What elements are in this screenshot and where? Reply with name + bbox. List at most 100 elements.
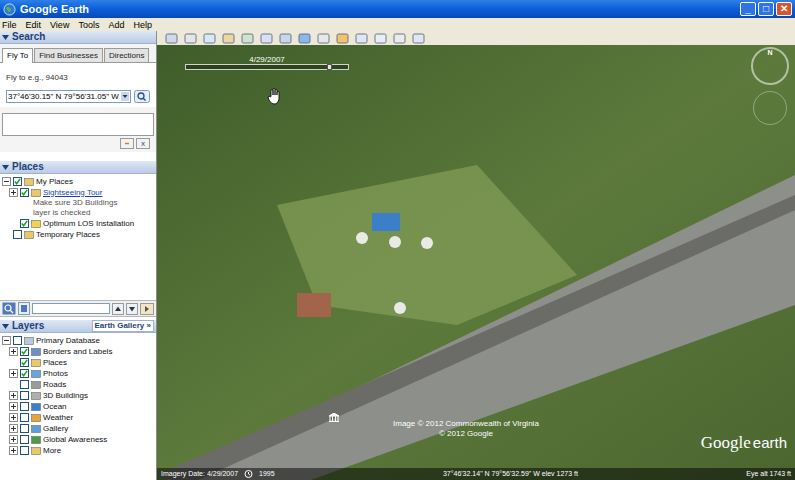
expand-icon[interactable] <box>9 413 18 422</box>
panel-header[interactable]: Search <box>0 31 156 44</box>
menu-item[interactable]: Edit <box>26 19 42 31</box>
tree-item[interactable]: Primary Database <box>2 335 156 346</box>
google-earth-icon <box>3 3 16 16</box>
toolbar-icon[interactable] <box>412 33 425 44</box>
attribution: Image © 2012 Commonwealth of Virginia© 2… <box>393 419 539 439</box>
search-tab[interactable]: Directions <box>104 48 150 62</box>
tree-item[interactable]: Gallery <box>2 423 156 434</box>
expand-icon[interactable] <box>9 402 18 411</box>
tree-item[interactable]: More <box>2 445 156 456</box>
tree-item[interactable]: Roads <box>2 379 156 390</box>
search-tab[interactable]: Find Businesses <box>34 48 103 62</box>
check-icon <box>21 189 28 196</box>
map-view[interactable]: 4/29/2007 N Image © 2012 Commonwealth of V… <box>157 45 795 480</box>
checkbox[interactable] <box>20 369 29 378</box>
time-slider-thumb[interactable] <box>327 64 332 70</box>
tree-item[interactable]: Borders and Labels <box>2 346 156 357</box>
checkbox[interactable] <box>20 391 29 400</box>
title-bar: Google Earth_□✕ <box>0 0 795 18</box>
toolbar-icon[interactable] <box>260 33 273 44</box>
toolbar-icon[interactable] <box>374 33 387 44</box>
checkbox[interactable] <box>20 219 29 228</box>
history-year: 1995 <box>259 469 275 479</box>
checkbox[interactable] <box>13 177 22 186</box>
expand-icon[interactable] <box>9 369 18 378</box>
checkbox[interactable] <box>20 435 29 444</box>
checkbox[interactable] <box>20 358 29 367</box>
tree-item[interactable]: Temporary Places <box>2 229 156 240</box>
tree-item[interactable]: Places <box>2 357 156 368</box>
earth-gallery-button[interactable]: Earth Gallery » <box>92 320 154 332</box>
collapse-icon[interactable] <box>2 336 11 345</box>
toolbar-icon[interactable] <box>222 33 235 44</box>
dropdown-icon[interactable] <box>121 92 129 101</box>
search-places-icon[interactable] <box>2 302 16 315</box>
tree-item[interactable]: Global Awareness <box>2 434 156 445</box>
panel-toggle-icon[interactable] <box>18 302 30 315</box>
tree-item[interactable]: Optimum LOS Installation <box>2 218 156 229</box>
checkbox[interactable] <box>13 230 22 239</box>
toolbar-icon[interactable] <box>317 33 330 44</box>
toolbar-icon[interactable] <box>241 33 254 44</box>
panel-header[interactable]: Places <box>0 161 156 174</box>
expand-icon[interactable] <box>9 188 18 197</box>
tree-item[interactable]: Ocean <box>2 401 156 412</box>
navigation-compass[interactable]: N <box>751 47 789 85</box>
checkbox[interactable] <box>20 347 29 356</box>
tree-item[interactable]: Photos <box>2 368 156 379</box>
time-slider[interactable]: 4/29/2007 <box>185 55 349 70</box>
toolbar-icon[interactable] <box>165 33 178 44</box>
fly-to-input[interactable]: 37°46'30.15" N 79°56'31.05" W <box>6 90 131 103</box>
places-search-input[interactable] <box>32 303 110 314</box>
checkbox[interactable] <box>20 380 29 389</box>
checkbox[interactable] <box>20 188 29 197</box>
menu-item[interactable]: Add <box>108 19 124 31</box>
maximize-button[interactable]: □ <box>758 2 774 16</box>
toolbar-icon[interactable] <box>355 33 368 44</box>
clear-search-button[interactable]: x <box>136 138 150 149</box>
collapse-arrow-icon <box>2 35 9 40</box>
tree-item[interactable]: 3D Buildings <box>2 390 156 401</box>
collapse-icon[interactable] <box>2 177 11 186</box>
checkbox[interactable] <box>20 446 29 455</box>
expand-icon[interactable] <box>9 391 18 400</box>
search-tab[interactable]: Fly To <box>2 48 33 63</box>
menu-item[interactable]: View <box>50 19 69 31</box>
menu-bar: File Edit View Tools Add Help <box>0 18 795 31</box>
item-icon <box>31 188 41 197</box>
expand-panel-icon[interactable] <box>140 303 154 315</box>
menu-item[interactable]: File <box>2 19 17 31</box>
close-button[interactable]: ✕ <box>776 2 792 16</box>
toolbar-icon[interactable] <box>203 33 216 44</box>
expand-icon[interactable] <box>9 435 18 444</box>
up-arrow-icon[interactable] <box>112 303 124 315</box>
pointer-coordinates: 37°46'32.14" N 79°56'32.59" W elev 1273 … <box>443 469 578 479</box>
tree-item[interactable]: Sightseeing TourMake sure 3D Buildingsla… <box>2 187 156 218</box>
copy-icon[interactable] <box>120 138 134 149</box>
checkbox[interactable] <box>20 413 29 422</box>
check-icon <box>21 370 28 377</box>
places-toolbar <box>0 300 156 317</box>
toolbar-icon[interactable] <box>184 33 197 44</box>
minimize-button[interactable]: _ <box>740 2 756 16</box>
zoom-control[interactable] <box>753 91 787 125</box>
checkbox[interactable] <box>20 424 29 433</box>
toolbar-icon[interactable] <box>298 33 311 44</box>
menu-item[interactable]: Help <box>133 19 152 31</box>
down-arrow-icon[interactable] <box>126 303 138 315</box>
expand-icon[interactable] <box>9 424 18 433</box>
google-earth-window: Google Earth_□✕FileEditViewToolsAddHelpS… <box>0 0 795 480</box>
toolbar-icon[interactable] <box>279 33 292 44</box>
checkbox[interactable] <box>20 402 29 411</box>
tree-item[interactable]: Weather <box>2 412 156 423</box>
menu-item[interactable]: Tools <box>78 19 99 31</box>
checkbox[interactable] <box>13 336 22 345</box>
panel-header[interactable]: LayersEarth Gallery » <box>0 320 156 333</box>
expand-icon[interactable] <box>9 446 18 455</box>
expand-icon[interactable] <box>9 347 18 356</box>
toolbar-icon[interactable] <box>393 33 406 44</box>
tree-item[interactable]: My Places <box>2 176 156 187</box>
toolbar-icon[interactable] <box>336 33 349 44</box>
search-icon[interactable] <box>134 90 150 103</box>
history-icon[interactable] <box>244 470 253 478</box>
